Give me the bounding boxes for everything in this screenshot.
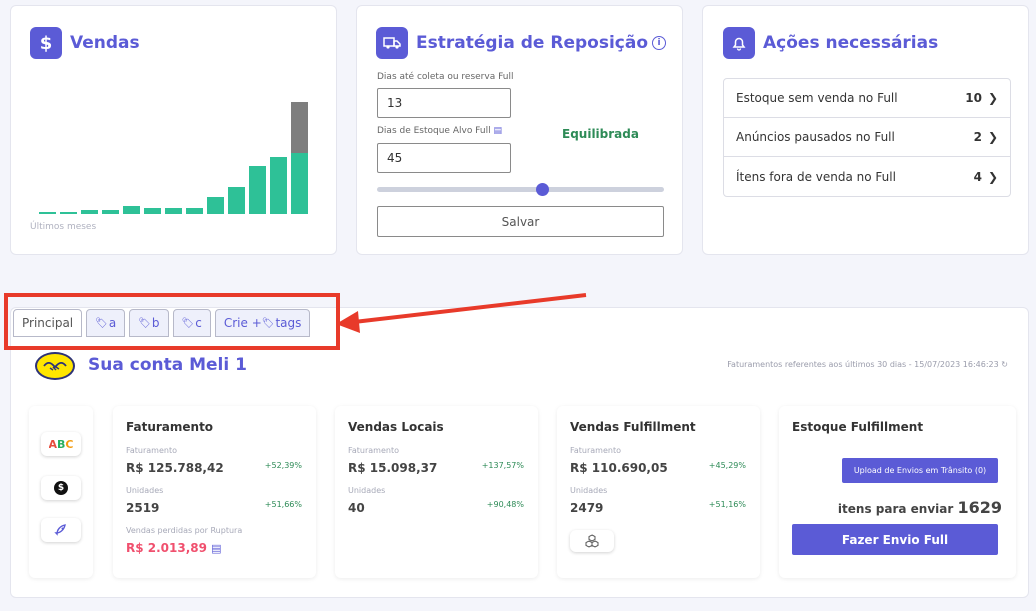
fulfillment-un-pct: +51,16%: [708, 500, 746, 509]
itens-para-enviar: itens para enviar 1629: [837, 498, 1002, 517]
locais-un-pct: +90,48%: [486, 500, 524, 509]
locais-fat-label: Faturamento: [348, 446, 399, 455]
chart-bar: [207, 197, 224, 214]
field1-label: Dias até coleta ou reserva Full: [377, 72, 514, 82]
annotation-arrow: [336, 293, 587, 333]
save-button[interactable]: Salvar: [377, 206, 664, 237]
chart-bar: [270, 157, 287, 214]
vendas-header: $ Vendas: [30, 27, 140, 59]
refresh-icon[interactable]: ↻: [1001, 360, 1008, 369]
faturamento-value: R$ 125.788,42: [126, 461, 224, 475]
chart-bar: [165, 207, 182, 214]
acoes-list: Estoque sem venda no Full 10 ❯ Anúncios …: [723, 78, 1011, 197]
chart-bar: [186, 207, 203, 214]
chart-bar: [39, 211, 56, 214]
side-column: ABC $: [29, 406, 93, 578]
acoes-card: Ações necessárias Estoque sem venda no F…: [702, 5, 1029, 255]
highlight-box: [4, 293, 340, 350]
abc-chip[interactable]: ABC: [41, 432, 81, 456]
chevron-right-icon: ❯: [987, 169, 998, 184]
meli-subtitle: Faturamentos referentes aos últimos 30 d…: [727, 360, 1008, 369]
perdidas-value: R$ 2.013,89 ▤: [126, 541, 222, 555]
vendas-fulfillment-card: Vendas Fulfillment Faturamento R$ 110.69…: [557, 406, 760, 578]
rocket-icon: [54, 524, 66, 536]
truck-icon: [376, 27, 408, 59]
acoes-title: Ações necessárias: [763, 33, 939, 53]
estoque-fulfillment-card: Estoque Fulfillment Upload de Envios em …: [779, 406, 1016, 578]
vendas-card: $ Vendas Últimos meses: [10, 5, 337, 255]
fulfillment-fat-value: R$ 110.690,05: [570, 461, 668, 475]
dias-coleta-input[interactable]: [377, 88, 511, 118]
slider-thumb[interactable]: [535, 183, 549, 196]
boxes-icon: [585, 534, 599, 548]
calendar-icon: ▤: [493, 126, 502, 136]
chart-bar: [123, 205, 140, 214]
dollar-icon: $: [30, 27, 62, 59]
chart-bar: [60, 211, 77, 214]
acao-row-sem-venda[interactable]: Estoque sem venda no Full 10 ❯: [724, 79, 1010, 118]
estrategia-card: Estratégia de Reposição i Dias até colet…: [356, 5, 683, 255]
fulfillment-un-label: Unidades: [570, 486, 608, 495]
faturamento-pct: +52,39%: [264, 461, 302, 470]
faturamento-card: Faturamento Faturamento R$ 125.788,42 +5…: [113, 406, 316, 578]
chart-projection-bar: [291, 102, 308, 153]
info-icon[interactable]: i: [652, 36, 667, 50]
vendas-locais-card: Vendas Locais Faturamento R$ 15.098,37 +…: [335, 406, 538, 578]
sales-bar-chart: [37, 98, 309, 214]
locais-fat-value: R$ 15.098,37: [348, 461, 438, 475]
chart-bar: [249, 165, 266, 214]
fulfillment-un-value: 2479: [570, 501, 604, 515]
estoque-title: Estoque Fulfillment: [792, 420, 924, 434]
faturamento-title: Faturamento: [126, 420, 214, 434]
dias-estoque-input[interactable]: [377, 143, 511, 173]
chevron-right-icon: ❯: [987, 130, 998, 144]
chart-bar: [228, 186, 245, 214]
chart-bar: [102, 209, 119, 214]
chevron-right-icon: ❯: [987, 91, 998, 105]
unidades-label: Unidades: [126, 486, 164, 495]
acoes-header: Ações necessárias: [723, 27, 938, 59]
boxes-chip[interactable]: [570, 530, 614, 552]
vendas-title: Vendas: [70, 33, 140, 53]
fazer-envio-button[interactable]: Fazer Envio Full: [792, 524, 998, 555]
fulfillment-title: Vendas Fulfillment: [570, 420, 696, 434]
locais-un-value: 40: [348, 501, 365, 515]
slider-track[interactable]: [377, 183, 664, 196]
chart-bar: [291, 152, 308, 214]
meli-title: Sua conta Meli 1: [88, 355, 247, 375]
unidades-value: 2519: [126, 501, 160, 515]
status-text: Equilibrada: [562, 127, 639, 141]
perdidas-label: Vendas perdidas por Ruptura: [126, 526, 243, 535]
chart-file-icon[interactable]: ▤: [211, 542, 221, 555]
acao-row-pausados[interactable]: Anúncios pausados no Full 2 ❯: [724, 118, 1010, 157]
locais-title: Vendas Locais: [348, 420, 444, 434]
field2-label: Dias de Estoque Alvo Full ▤: [377, 126, 502, 136]
locais-un-label: Unidades: [348, 486, 386, 495]
estrategia-header: Estratégia de Reposição i: [376, 27, 667, 59]
acao-row-fora-venda[interactable]: Ítens fora de venda no Full 4 ❯: [724, 157, 1010, 196]
fulfillment-fat-pct: +45,29%: [708, 461, 746, 470]
dollar-chip[interactable]: $: [41, 476, 81, 500]
estrategia-title: Estratégia de Reposição: [416, 33, 649, 53]
upload-envios-button[interactable]: Upload de Envios em Trânsito (0): [842, 458, 998, 483]
fulfillment-fat-label: Faturamento: [570, 446, 621, 455]
meli-logo: [35, 352, 75, 380]
faturamento-label: Faturamento: [126, 446, 177, 455]
chart-bar: [144, 207, 161, 214]
chart-caption: Últimos meses: [30, 222, 97, 232]
rocket-chip[interactable]: [41, 518, 81, 542]
bell-icon: [723, 27, 755, 59]
locais-fat-pct: +137,57%: [481, 461, 524, 470]
unidades-pct: +51,66%: [264, 500, 302, 509]
chart-bar: [81, 209, 98, 214]
